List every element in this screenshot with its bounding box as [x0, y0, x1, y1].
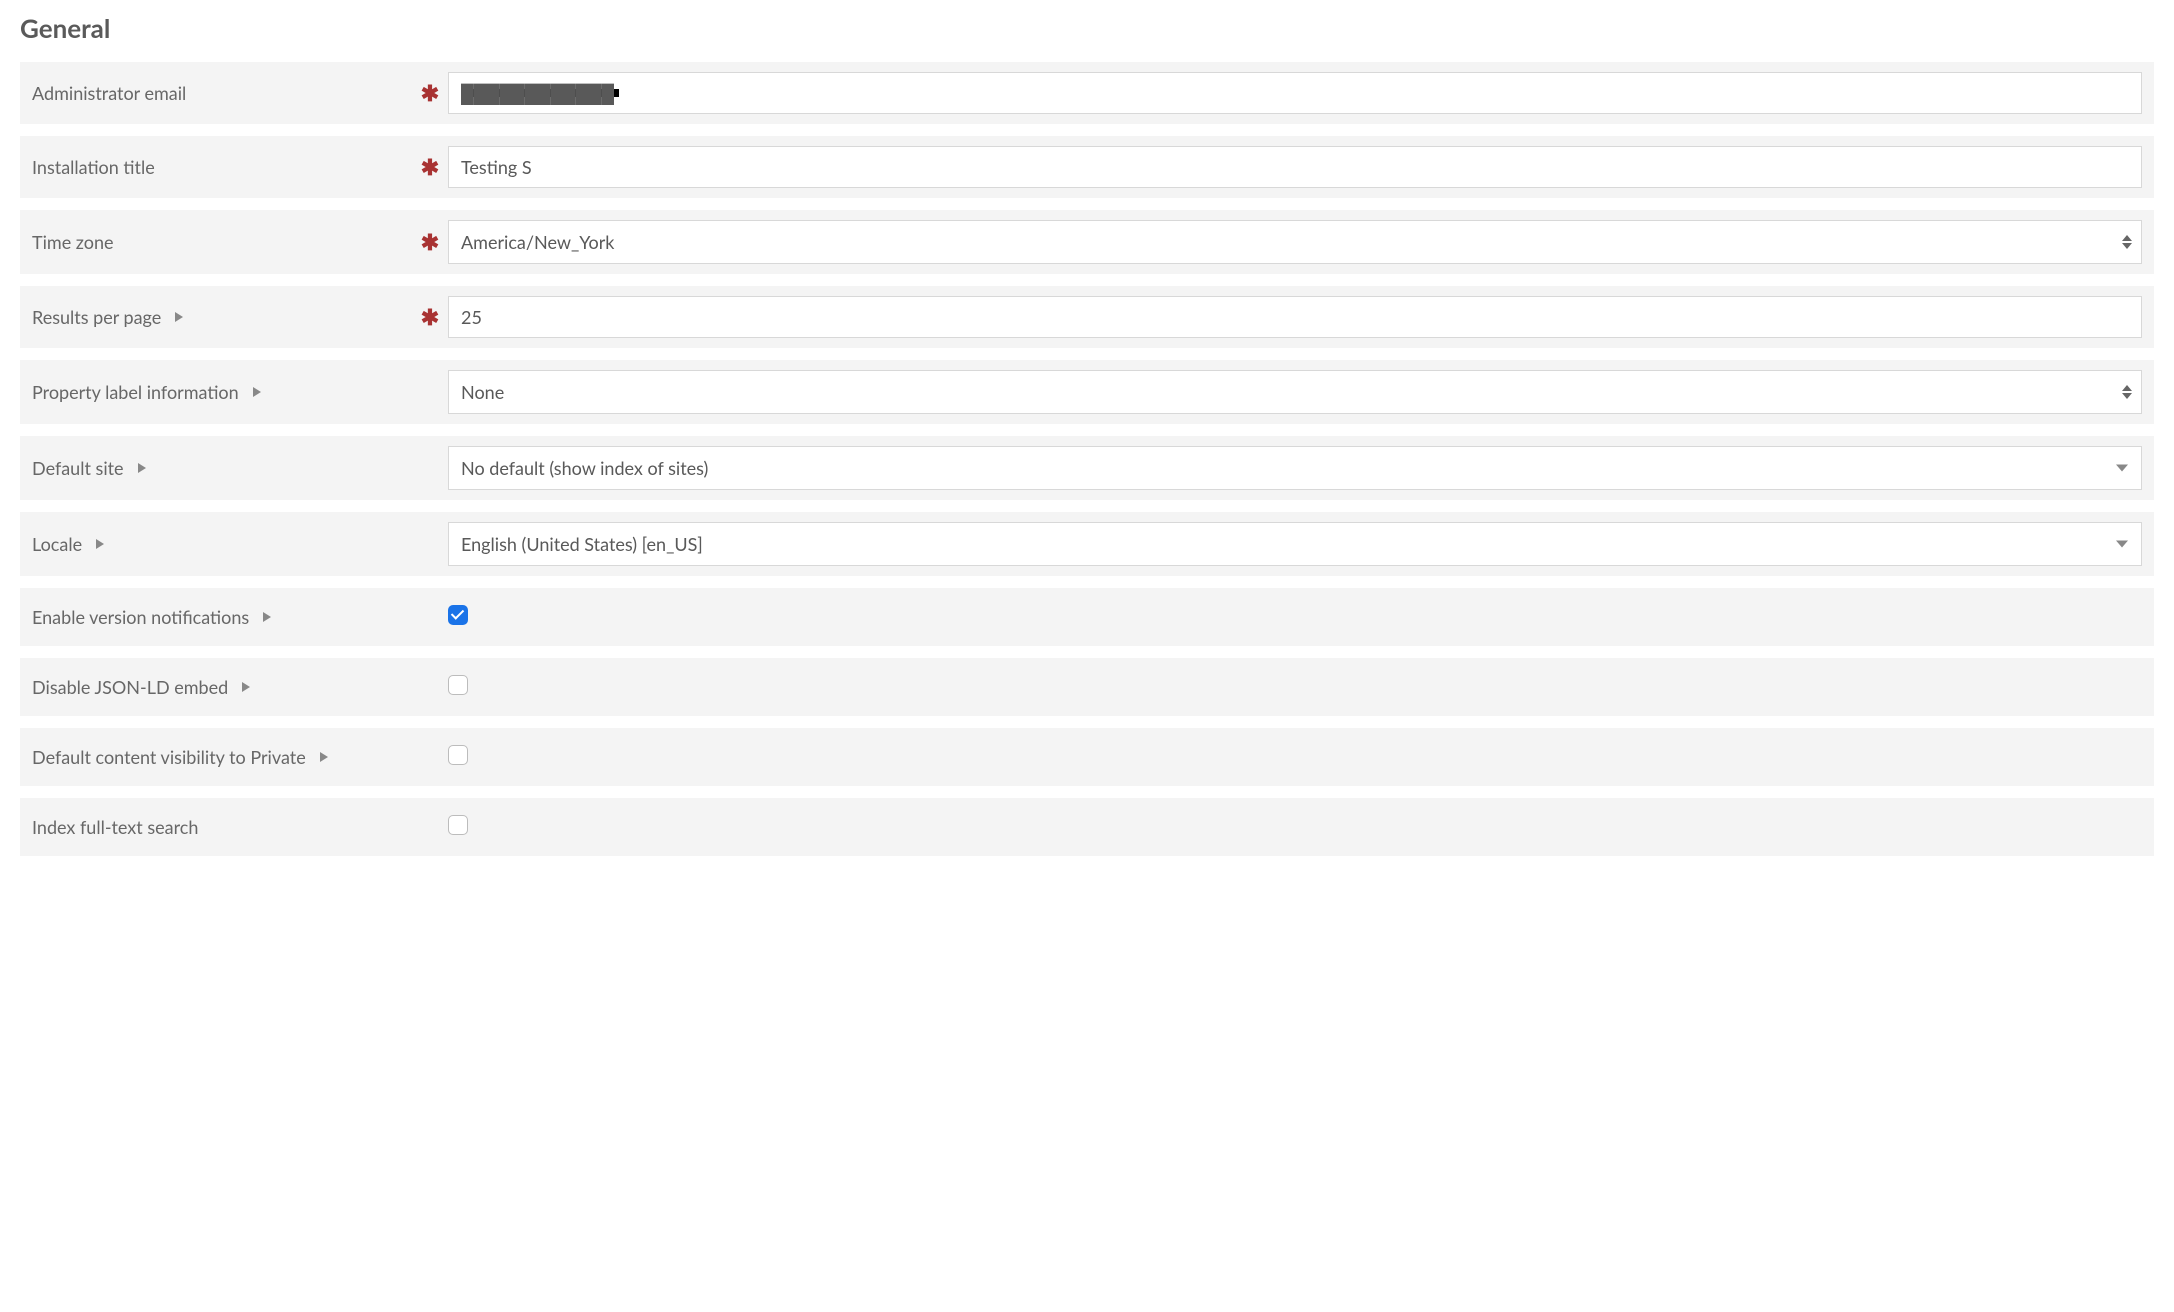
time-zone-select[interactable]: America/New_York — [448, 220, 2142, 264]
row-locale: Locale English (United States) [en_US] — [20, 512, 2154, 576]
locale-select[interactable]: English (United States) [en_US] — [448, 522, 2142, 566]
label-property-label-info: Property label information — [32, 381, 412, 403]
label-text: Locale — [32, 533, 82, 555]
label-text: Installation title — [32, 156, 155, 178]
row-property-label-info: Property label information None — [20, 360, 2154, 424]
row-admin-email: Administrator email ✱ — [20, 62, 2154, 124]
required-indicator: ✱ — [412, 156, 448, 178]
required-indicator: ✱ — [412, 82, 448, 104]
label-installation-title: Installation title — [32, 156, 412, 178]
expand-right-icon[interactable] — [263, 612, 271, 622]
row-default-site: Default site No default (show index of s… — [20, 436, 2154, 500]
row-results-per-page: Results per page ✱ — [20, 286, 2154, 348]
expand-right-icon[interactable] — [242, 682, 250, 692]
required-indicator: ✱ — [412, 231, 448, 253]
label-text: Default site — [32, 457, 124, 479]
expand-right-icon[interactable] — [320, 752, 328, 762]
label-text: Results per page — [32, 306, 161, 328]
label-text: Disable JSON-LD embed — [32, 676, 228, 698]
select-value: None — [448, 370, 2142, 414]
label-time-zone: Time zone — [32, 231, 412, 253]
label-text: Property label information — [32, 381, 239, 403]
installation-title-input[interactable] — [448, 146, 2142, 188]
row-installation-title: Installation title ✱ — [20, 136, 2154, 198]
label-default-content-private: Default content visibility to Private — [32, 746, 412, 768]
admin-email-input[interactable] — [448, 72, 2142, 114]
label-text: Index full-text search — [32, 816, 198, 838]
expand-right-icon[interactable] — [175, 312, 183, 322]
row-default-content-private: Default content visibility to Private — [20, 728, 2154, 786]
label-disable-jsonld-embed: Disable JSON-LD embed — [32, 676, 412, 698]
label-default-site: Default site — [32, 457, 412, 479]
default-site-select[interactable]: No default (show index of sites) — [448, 446, 2142, 490]
label-text: Enable version notifications — [32, 606, 249, 628]
expand-right-icon[interactable] — [138, 463, 146, 473]
row-time-zone: Time zone ✱ America/New_York — [20, 210, 2154, 274]
select-value: English (United States) [en_US] — [448, 522, 2142, 566]
expand-right-icon[interactable] — [96, 539, 104, 549]
row-enable-version-notifications: Enable version notifications — [20, 588, 2154, 646]
label-results-per-page: Results per page — [32, 306, 412, 328]
expand-right-icon[interactable] — [253, 387, 261, 397]
property-label-info-select[interactable]: None — [448, 370, 2142, 414]
label-admin-email: Administrator email — [32, 82, 412, 104]
label-text: Time zone — [32, 231, 114, 253]
label-enable-version-notifications: Enable version notifications — [32, 606, 412, 628]
label-index-fulltext-search: Index full-text search — [32, 816, 412, 838]
index-fulltext-search-checkbox[interactable] — [448, 815, 468, 835]
disable-jsonld-embed-checkbox[interactable] — [448, 675, 468, 695]
row-disable-jsonld-embed: Disable JSON-LD embed — [20, 658, 2154, 716]
label-locale: Locale — [32, 533, 412, 555]
row-index-fulltext-search: Index full-text search — [20, 798, 2154, 856]
enable-version-notifications-checkbox[interactable] — [448, 605, 468, 625]
results-per-page-input[interactable] — [448, 296, 2142, 338]
select-value: No default (show index of sites) — [448, 446, 2142, 490]
required-indicator: ✱ — [412, 306, 448, 328]
section-title: General — [20, 12, 2154, 44]
label-text: Administrator email — [32, 82, 186, 104]
label-text: Default content visibility to Private — [32, 746, 306, 768]
default-content-private-checkbox[interactable] — [448, 745, 468, 765]
select-value: America/New_York — [448, 220, 2142, 264]
